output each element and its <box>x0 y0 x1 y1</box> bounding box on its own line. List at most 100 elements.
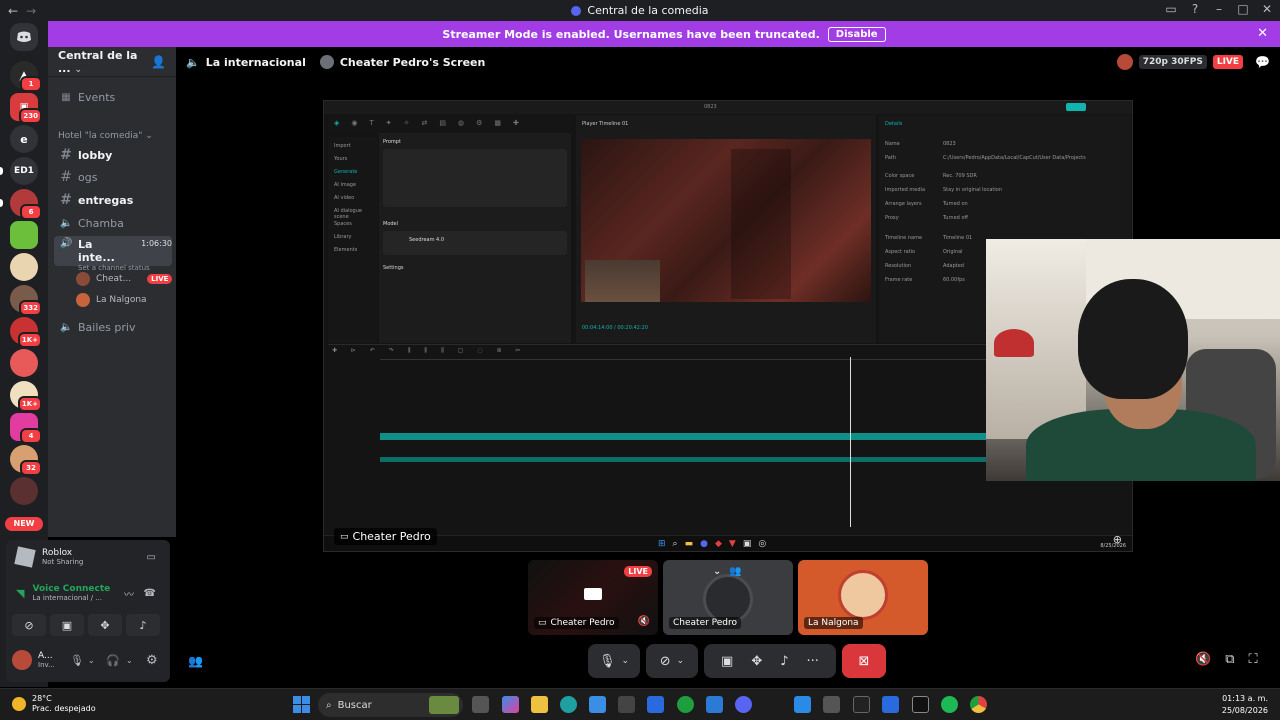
server-icon-1[interactable]: ▲ 1 <box>10 61 42 92</box>
disable-streamer-mode-button[interactable]: Disable <box>827 26 886 42</box>
close-window-button[interactable]: ✕ <box>1260 2 1274 16</box>
chevron-down-icon[interactable]: ⌄ <box>88 656 95 665</box>
soundboard-button[interactable]: ♪ <box>126 614 160 636</box>
weather-widget[interactable]: 28°C Prac. despejado <box>12 694 96 714</box>
camera-off-button[interactable]: ⊘ <box>12 614 46 636</box>
mute-stream-icon[interactable]: 🔇 <box>1195 652 1211 667</box>
microphone-button[interactable]: 🎙 ⌄ <box>588 644 640 678</box>
vscode-icon[interactable] <box>794 696 811 713</box>
fullscreen-icon[interactable]: ⛶ <box>1248 652 1257 667</box>
server-header[interactable]: Central de la ... ⌄ 👤 <box>48 47 176 77</box>
start-button[interactable] <box>293 696 310 713</box>
server-icon-12[interactable]: 4 <box>10 413 42 444</box>
activity-row: Roblox Not Sharing ▭ <box>6 546 170 568</box>
chrome-icon[interactable] <box>970 696 987 713</box>
channel-entregas[interactable]: # entregas <box>54 190 172 210</box>
server-icon-7[interactable] <box>10 253 38 281</box>
help-icon[interactable]: ? <box>1188 2 1202 16</box>
inbox-icon[interactable]: ▭ <box>1164 2 1178 16</box>
avatar[interactable] <box>12 650 32 670</box>
noise-suppression-icon[interactable]: 〰 <box>124 586 134 601</box>
channel-lobby[interactable]: # lobby <box>54 145 172 165</box>
server-icon-8[interactable]: 332 <box>10 285 42 316</box>
direct-messages-button[interactable] <box>10 23 38 51</box>
disconnect-icon[interactable]: ☎ <box>144 588 156 599</box>
camera-button[interactable]: ⊘ ⌄ <box>646 644 698 678</box>
file-explorer-icon[interactable] <box>531 696 548 713</box>
activities-icon[interactable]: ✥ <box>751 654 762 669</box>
voice-channel-la-internacional[interactable]: 🔊 La inte... 1:06:30 Set a channel status <box>54 236 172 272</box>
stream-button[interactable]: ▣ <box>50 614 84 636</box>
mail-icon[interactable] <box>706 696 723 713</box>
chevron-down-icon[interactable]: ⌄ <box>713 566 721 577</box>
category-label: Hotel "la comedia" <box>58 131 143 141</box>
pop-out-icon[interactable]: ⧉ <box>1225 652 1234 667</box>
server-icon-2[interactable]: ▣ 230 <box>10 93 42 124</box>
more-icon[interactable]: ··· <box>807 654 819 669</box>
new-servers-badge[interactable]: NEW <box>5 517 43 531</box>
forward-button[interactable]: → <box>26 4 36 18</box>
activities-button[interactable]: ✥ <box>88 614 122 636</box>
voice-channel-chamba[interactable]: 🔈 Chamba <box>54 213 172 233</box>
app-icon[interactable] <box>618 696 635 713</box>
add-friend-icon[interactable]: 👥 <box>188 654 203 668</box>
taskbar-clock[interactable]: 01:13 a. m. 25/08/2026 <box>1222 693 1268 717</box>
banner-text: Streamer Mode is enabled. Usernames have… <box>442 27 820 41</box>
share-screen-icon[interactable]: ▭ <box>147 552 156 563</box>
server-icon-13[interactable]: 32 <box>10 445 42 476</box>
taskbar-search[interactable]: ⌕ Buscar <box>318 693 463 717</box>
server-icon-5[interactable]: 6 <box>10 189 42 220</box>
microphone-icon[interactable]: 🎙 <box>70 654 84 667</box>
server-icon-14[interactable] <box>10 477 38 505</box>
gear-icon[interactable]: ⚙ <box>146 653 158 668</box>
voice-user-cheater[interactable]: Cheat... LIVE <box>76 272 173 286</box>
call-controls: 🎙 ⌄ ⊘ ⌄ ▣ ✥ ♪ ··· ⊠ <box>588 644 886 678</box>
game-status: Not Sharing <box>42 558 84 566</box>
zoom-icon[interactable]: ⊕ <box>1113 533 1122 546</box>
invite-icon[interactable]: 👤 <box>151 55 166 69</box>
capcut-icon[interactable] <box>912 696 929 713</box>
voice-channel-bailes-priv[interactable]: 🔈 Bailes priv <box>54 317 172 337</box>
xbox-icon[interactable] <box>677 696 694 713</box>
discord-icon[interactable] <box>735 696 752 713</box>
voice-user-la-nalgona[interactable]: La Nalgona <box>76 293 147 307</box>
back-button[interactable]: ← <box>8 4 18 18</box>
user-plus-icon[interactable]: 👥 <box>729 566 741 577</box>
server-icon-3[interactable]: e <box>10 125 38 153</box>
store-icon[interactable] <box>589 696 606 713</box>
participant-tile-cheater-pedro[interactable]: ⌄ 👥 Cheater Pedro <box>663 560 793 635</box>
screen-share-icon[interactable]: ▣ <box>721 654 733 669</box>
server-icon-9[interactable]: 1K+ <box>10 317 42 348</box>
minimize-button[interactable]: – <box>1212 2 1226 16</box>
server-icon-10[interactable] <box>10 349 38 377</box>
server-icon-6[interactable] <box>10 221 38 249</box>
server-icon-4[interactable]: ED1 <box>10 157 38 185</box>
app-icon[interactable] <box>853 696 870 713</box>
mute-icon[interactable]: 🔇 <box>638 616 650 627</box>
chevron-down-icon[interactable]: ⌄ <box>677 656 685 666</box>
channel-ogs[interactable]: # ogs <box>54 167 172 187</box>
app-icon[interactable] <box>823 696 840 713</box>
spotify-icon[interactable] <box>941 696 958 713</box>
editor-icon[interactable] <box>647 696 664 713</box>
server-icon-11[interactable]: 1K+ <box>10 381 42 412</box>
roblox-icon[interactable] <box>882 696 899 713</box>
task-view-icon[interactable] <box>472 696 489 713</box>
maximize-button[interactable]: □ <box>1236 2 1250 16</box>
category-header[interactable]: Hotel "la comedia" ⌄ <box>58 131 153 141</box>
channel-status[interactable]: Set a channel status <box>78 264 172 272</box>
voice-channel-path[interactable]: La internacional / ... <box>32 594 110 602</box>
chevron-down-icon[interactable]: ⌄ <box>126 656 133 665</box>
headphones-icon[interactable]: 🎧 <box>106 654 120 667</box>
chat-icon[interactable]: 💬 <box>1255 55 1270 69</box>
copilot-icon[interactable] <box>502 696 519 713</box>
participant-tile-la-nalgona[interactable]: La Nalgona <box>798 560 928 635</box>
edge-icon[interactable] <box>560 696 577 713</box>
chevron-down-icon[interactable]: ⌄ <box>621 656 629 666</box>
participant-tile-stream[interactable]: LIVE ▭ Cheater Pedro 🔇 <box>528 560 658 635</box>
stop-stream-button[interactable]: ⊠ <box>842 644 886 678</box>
soundboard-icon[interactable]: ♪ <box>780 654 788 669</box>
channel-label: Bailes priv <box>78 320 136 334</box>
sidebar-item-events[interactable]: ▦ Events <box>54 87 172 107</box>
close-banner-icon[interactable]: ✕ <box>1257 26 1268 41</box>
